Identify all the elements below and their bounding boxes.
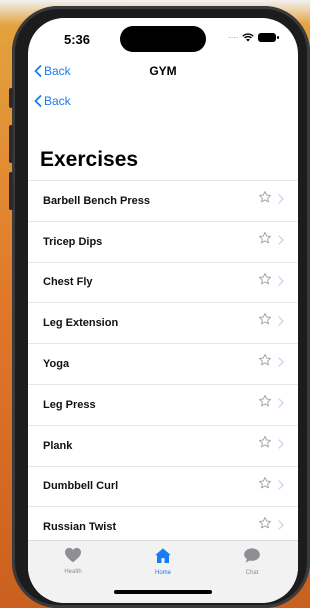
chat-bubble-icon xyxy=(244,548,260,563)
star-icon[interactable] xyxy=(258,353,272,367)
exercise-name: Plank xyxy=(43,439,73,452)
wifi-icon xyxy=(242,32,254,41)
battery-icon xyxy=(258,32,279,42)
star-icon[interactable] xyxy=(258,231,272,245)
phone-side-button xyxy=(9,125,13,163)
signal-icon: ···· xyxy=(228,32,239,42)
home-indicator xyxy=(114,590,212,594)
home-icon xyxy=(155,548,171,563)
phone-side-button xyxy=(9,88,13,108)
exercise-row[interactable]: Plank xyxy=(28,424,298,466)
star-icon[interactable] xyxy=(258,476,272,490)
chevron-right-icon xyxy=(278,194,284,204)
exercise-name: Leg Press xyxy=(43,398,96,411)
star-icon[interactable] xyxy=(258,272,272,286)
exercise-row[interactable]: Tricep Dips xyxy=(28,220,298,262)
exercise-name: Yoga xyxy=(43,358,70,371)
dynamic-island xyxy=(120,26,206,52)
chevron-right-icon xyxy=(278,275,284,286)
chevron-right-icon xyxy=(278,235,284,245)
exercise-row[interactable]: Yoga xyxy=(28,343,298,384)
tab-chat[interactable]: Chat xyxy=(222,547,282,576)
exercise-row[interactable]: Leg Extension xyxy=(28,302,298,343)
second-back-button-label: Back xyxy=(44,94,71,108)
chevron-left-icon xyxy=(34,95,42,107)
tab-home-label: Home xyxy=(154,570,171,576)
second-back-button[interactable]: Back xyxy=(34,94,71,108)
status-icons: ···· xyxy=(228,32,279,42)
star-icon[interactable] xyxy=(258,312,272,326)
heart-icon xyxy=(65,547,81,563)
exercise-name: Chest Fly xyxy=(43,276,93,289)
exercise-name: Tricep Dips xyxy=(43,235,103,248)
exercise-row[interactable]: Dumbbell Curl xyxy=(28,465,298,507)
exercise-row[interactable]: Leg Press xyxy=(28,383,298,425)
tab-health-label: Health xyxy=(64,569,82,575)
star-icon[interactable] xyxy=(258,394,272,408)
chevron-right-icon xyxy=(278,439,284,449)
exercise-name: Russian Twist xyxy=(43,521,117,534)
tab-bar: Health Home Chat xyxy=(28,540,298,603)
exercise-list: Barbell Bench Press Tricep Dips Chest Fl… xyxy=(28,180,298,547)
chevron-right-icon xyxy=(278,520,284,531)
chevron-right-icon xyxy=(278,316,284,327)
exercise-name: Dumbbell Curl xyxy=(43,480,119,493)
tab-home[interactable]: Home xyxy=(133,547,193,576)
chevron-right-icon xyxy=(278,479,284,490)
tab-chat-label: Chat xyxy=(245,570,259,576)
phone-side-button xyxy=(9,172,13,210)
page-title: Exercises xyxy=(40,148,139,171)
exercise-name: Leg Extension xyxy=(43,317,119,330)
exercise-row[interactable]: Chest Fly xyxy=(28,261,298,303)
exercise-row[interactable]: Barbell Bench Press xyxy=(28,180,298,221)
star-icon[interactable] xyxy=(258,516,272,530)
tab-health[interactable]: Health xyxy=(43,547,103,575)
star-icon[interactable] xyxy=(258,190,272,204)
exercise-name: Barbell Bench Press xyxy=(43,194,150,207)
status-time: 5:36 xyxy=(64,32,91,47)
star-icon[interactable] xyxy=(258,435,272,449)
phone-screen: 5:36 ···· Back GYM Back Exercises Barbel… xyxy=(28,18,298,603)
nav-title: GYM xyxy=(149,64,177,78)
chevron-right-icon xyxy=(278,398,284,408)
chevron-right-icon xyxy=(278,357,284,367)
